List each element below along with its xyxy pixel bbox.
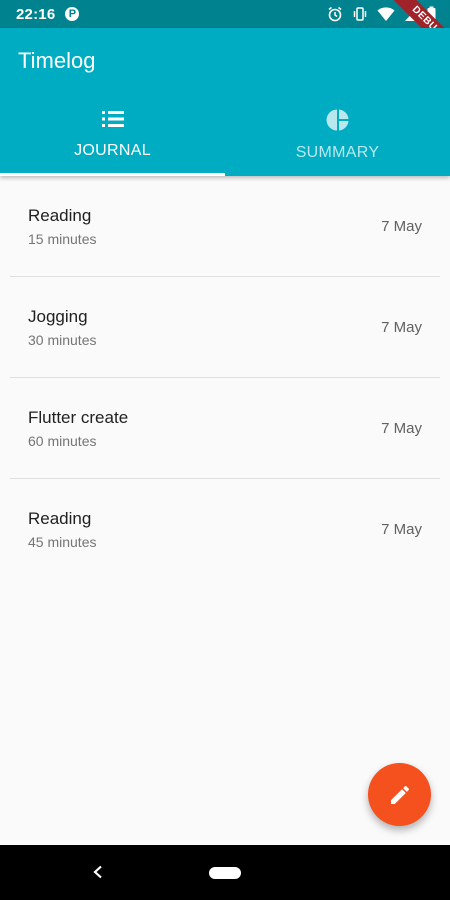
list-icon: [101, 111, 124, 127]
alarm-icon: [328, 6, 342, 22]
pie-chart-icon: [326, 109, 348, 131]
list-item[interactable]: Reading 45 minutes 7 May: [0, 479, 450, 580]
entry-date: 7 May: [381, 319, 422, 336]
edit-icon: [390, 785, 409, 804]
tab-bar: JOURNAL SUMMARY: [0, 100, 450, 176]
back-button[interactable]: [88, 862, 108, 882]
list-item[interactable]: Flutter create 60 minutes 7 May: [0, 378, 450, 479]
entry-date: 7 May: [381, 521, 422, 538]
entry-date: 7 May: [381, 218, 422, 235]
back-chevron-icon: [93, 865, 102, 879]
journal-list: Reading 15 minutes 7 May Jogging 30 minu…: [0, 176, 450, 580]
entry-date: 7 May: [381, 420, 422, 437]
status-icons: [327, 6, 436, 22]
status-bar: 22:16 P: [0, 0, 450, 28]
entry-title: Reading: [28, 509, 92, 528]
entry-title: Jogging: [28, 307, 88, 326]
entry-duration: 45 minutes: [28, 534, 97, 550]
app-bar: Timelog JOURNAL SUMMARY: [0, 28, 450, 176]
entry-duration: 30 minutes: [28, 332, 97, 348]
add-entry-fab[interactable]: [368, 763, 431, 826]
tab-journal-label: JOURNAL: [74, 142, 151, 159]
app-title: Timelog: [18, 48, 96, 73]
list-item[interactable]: Jogging 30 minutes 7 May: [0, 277, 450, 378]
tab-journal[interactable]: JOURNAL: [0, 100, 225, 176]
home-button[interactable]: [209, 867, 241, 879]
entry-duration: 60 minutes: [28, 433, 97, 449]
list-item[interactable]: Reading 15 minutes 7 May: [0, 176, 450, 277]
entry-title: Reading: [28, 206, 92, 225]
wifi-icon: [377, 7, 395, 21]
entry-duration: 15 minutes: [28, 231, 97, 247]
tab-summary-label: SUMMARY: [295, 144, 380, 161]
p-badge-icon: P: [65, 7, 80, 21]
status-time: 22:16: [16, 5, 56, 23]
cell-signal-icon: [405, 8, 417, 21]
entry-title: Flutter create: [28, 408, 129, 427]
navigation-bar: [0, 845, 450, 900]
vibrate-icon: [353, 7, 367, 21]
battery-icon: [427, 6, 436, 22]
tab-summary[interactable]: SUMMARY: [225, 100, 450, 176]
